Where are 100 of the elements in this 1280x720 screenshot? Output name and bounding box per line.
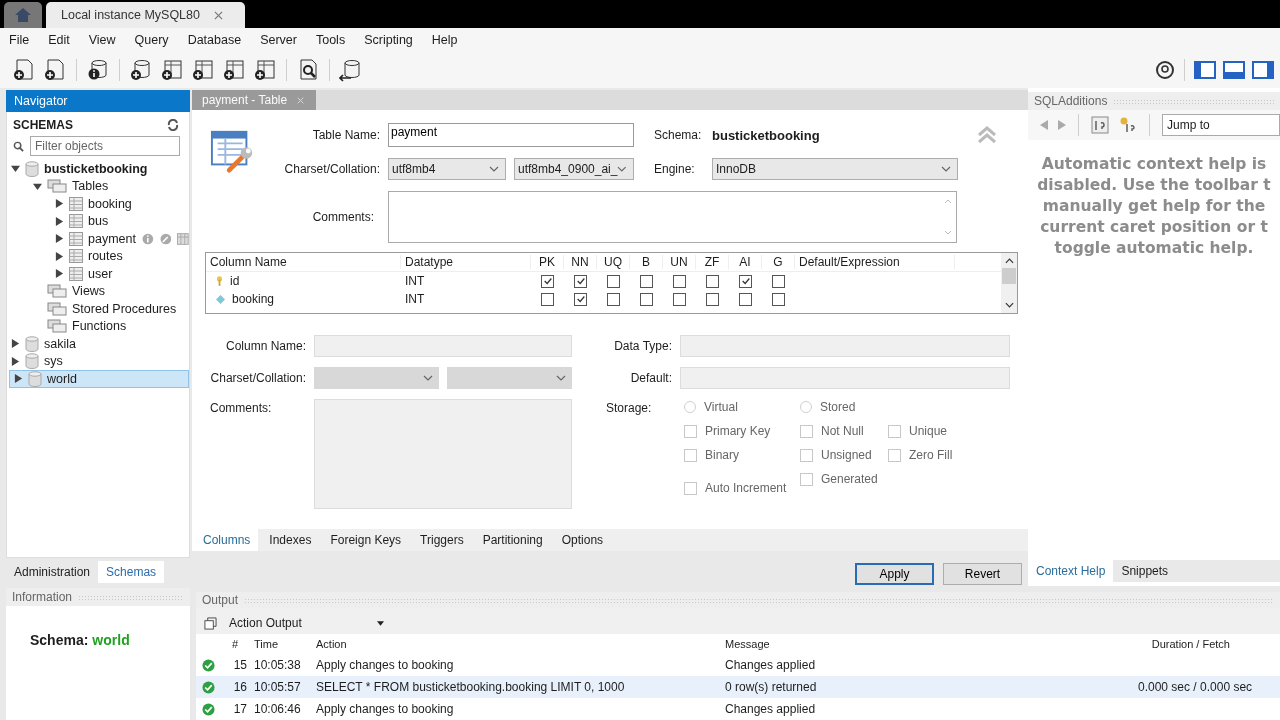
- checkbox[interactable]: [739, 292, 752, 306]
- comments-field[interactable]: [388, 191, 957, 243]
- checkbox[interactable]: [541, 274, 554, 288]
- column-header[interactable]: B: [630, 255, 663, 269]
- column-header[interactable]: Message: [725, 638, 1138, 650]
- tree-item[interactable]: Stored Procedures: [7, 300, 189, 318]
- table-name-field[interactable]: payment: [388, 123, 634, 147]
- scroll-down-icon[interactable]: [1004, 302, 1014, 308]
- column-header[interactable]: Time: [254, 638, 316, 650]
- tree-item[interactable]: bus: [7, 212, 189, 230]
- menu-item[interactable]: Server: [260, 33, 297, 47]
- menu-item[interactable]: Query: [134, 33, 169, 47]
- database-arrows-icon[interactable]: [339, 58, 363, 82]
- collapsed-arrow-icon[interactable]: [55, 234, 64, 244]
- column-name-field[interactable]: [314, 335, 572, 357]
- collapsed-arrow-icon[interactable]: [55, 269, 64, 279]
- bottom-panel-toggle-icon[interactable]: [1223, 61, 1245, 79]
- table-plus-icon[interactable]: [160, 58, 184, 82]
- tree-item[interactable]: user: [7, 265, 189, 283]
- scrollbar[interactable]: [1001, 253, 1017, 313]
- tree-item[interactable]: world: [9, 370, 189, 388]
- column-header[interactable]: AI: [729, 255, 762, 269]
- collation-dropdown[interactable]: utf8mb4_0900_ai_: [514, 158, 634, 180]
- menu-item[interactable]: Tools: [315, 33, 346, 47]
- column-header[interactable]: Duration / Fetch: [1138, 638, 1280, 650]
- checkbox-option[interactable]: Zero Fill: [888, 447, 953, 463]
- column-header[interactable]: UN: [663, 255, 696, 269]
- collapsed-arrow-icon[interactable]: [55, 199, 64, 209]
- checkbox[interactable]: [574, 274, 587, 288]
- column-header[interactable]: Column Name: [206, 255, 401, 269]
- column-header[interactable]: #: [222, 638, 254, 650]
- window-plus-icon[interactable]: [191, 58, 215, 82]
- jump-to-field[interactable]: Jump to: [1162, 114, 1280, 136]
- checkbox-option[interactable]: Generated: [800, 471, 878, 487]
- sidebar-toggle-icon[interactable]: [1252, 61, 1274, 79]
- help-icon[interactable]: [1091, 116, 1109, 134]
- close-icon[interactable]: [213, 10, 223, 20]
- panel-tab[interactable]: Context Help: [1028, 560, 1114, 582]
- checkbox[interactable]: [706, 274, 719, 288]
- column-header[interactable]: ZF: [696, 255, 729, 269]
- output-row[interactable]: 15 10:05:38 Apply changes to booking Changes applied: [196, 654, 1280, 676]
- radio-option[interactable]: Virtual: [684, 399, 738, 415]
- function-plus-icon[interactable]: [253, 58, 277, 82]
- checkbox[interactable]: [673, 274, 686, 288]
- checkbox[interactable]: [607, 292, 620, 306]
- tree-item[interactable]: Tables: [7, 177, 189, 195]
- editor-tab[interactable]: Columns: [192, 529, 259, 551]
- tree-item[interactable]: sakila: [7, 335, 189, 353]
- tree-item[interactable]: Functions: [7, 317, 189, 335]
- search-field[interactable]: Filter objects: [30, 136, 180, 156]
- tree-item[interactable]: busticketbooking: [7, 160, 189, 178]
- refresh-icon[interactable]: [167, 119, 179, 131]
- collapsed-arrow-icon[interactable]: [14, 374, 23, 384]
- collapsed-arrow-icon[interactable]: [55, 216, 64, 226]
- checkbox-option[interactable]: Not Null: [800, 423, 864, 439]
- checkbox[interactable]: [640, 292, 653, 306]
- checkbox-option[interactable]: Binary: [684, 447, 739, 463]
- output-type-dropdown[interactable]: Action Output: [229, 616, 384, 630]
- column-header[interactable]: Action: [316, 638, 725, 650]
- shapes-plus-icon[interactable]: [222, 58, 246, 82]
- column-header[interactable]: G: [762, 255, 795, 269]
- tree-item[interactable]: routes: [7, 247, 189, 265]
- checkbox[interactable]: [772, 292, 785, 306]
- menu-item[interactable]: Edit: [48, 33, 70, 47]
- editor-tab[interactable]: Partitioning: [471, 529, 551, 551]
- column-header[interactable]: Default/Expression: [795, 255, 955, 269]
- copy-icon[interactable]: [204, 616, 217, 630]
- charset-dropdown[interactable]: utf8mb4: [388, 158, 506, 180]
- apply-button[interactable]: Apply: [855, 563, 934, 585]
- scroll-up-icon[interactable]: [1004, 258, 1014, 264]
- revert-button[interactable]: Revert: [943, 563, 1022, 585]
- tree-item[interactable]: payment: [7, 230, 189, 248]
- editor-tab[interactable]: Options: [550, 529, 612, 551]
- expanded-arrow-icon[interactable]: [11, 164, 20, 174]
- default-field[interactable]: [680, 367, 1010, 389]
- database-info-icon[interactable]: [86, 58, 110, 82]
- checkbox-option[interactable]: Auto Increment: [684, 480, 787, 496]
- panel-tab[interactable]: Schemas: [98, 561, 165, 583]
- editor-tab[interactable]: Triggers: [409, 529, 472, 551]
- engine-dropdown[interactable]: InnoDB: [712, 158, 958, 180]
- collapsed-arrow-icon[interactable]: [11, 339, 20, 349]
- sidebar-toggle-icon[interactable]: [1194, 61, 1216, 79]
- checkbox-option[interactable]: Unsigned: [800, 447, 872, 463]
- column-header[interactable]: UQ: [597, 255, 630, 269]
- comments-field[interactable]: [314, 399, 572, 509]
- menu-item[interactable]: View: [88, 33, 116, 47]
- column-header[interactable]: NN: [564, 255, 597, 269]
- checkbox[interactable]: [673, 292, 686, 306]
- expanded-arrow-icon[interactable]: [33, 181, 42, 191]
- checkbox[interactable]: [739, 274, 752, 288]
- editor-tab[interactable]: Foreign Keys: [319, 529, 410, 551]
- document-plus-icon[interactable]: [12, 58, 36, 82]
- connection-tab[interactable]: Local instance MySQL80: [46, 2, 245, 28]
- menu-item[interactable]: File: [9, 33, 30, 47]
- collapsed-arrow-icon[interactable]: [55, 251, 64, 261]
- editor-tab[interactable]: Indexes: [258, 529, 320, 551]
- auto-help-icon[interactable]: [1119, 116, 1137, 134]
- output-row[interactable]: 16 10:05:57 SELECT * FROM busticketbooking.booking LIMIT 0, 1000 0 row(s) returned 0.000 sec / 0.000 sec: [196, 676, 1280, 698]
- checkbox[interactable]: [772, 274, 785, 288]
- database-plus-icon[interactable]: [129, 58, 153, 82]
